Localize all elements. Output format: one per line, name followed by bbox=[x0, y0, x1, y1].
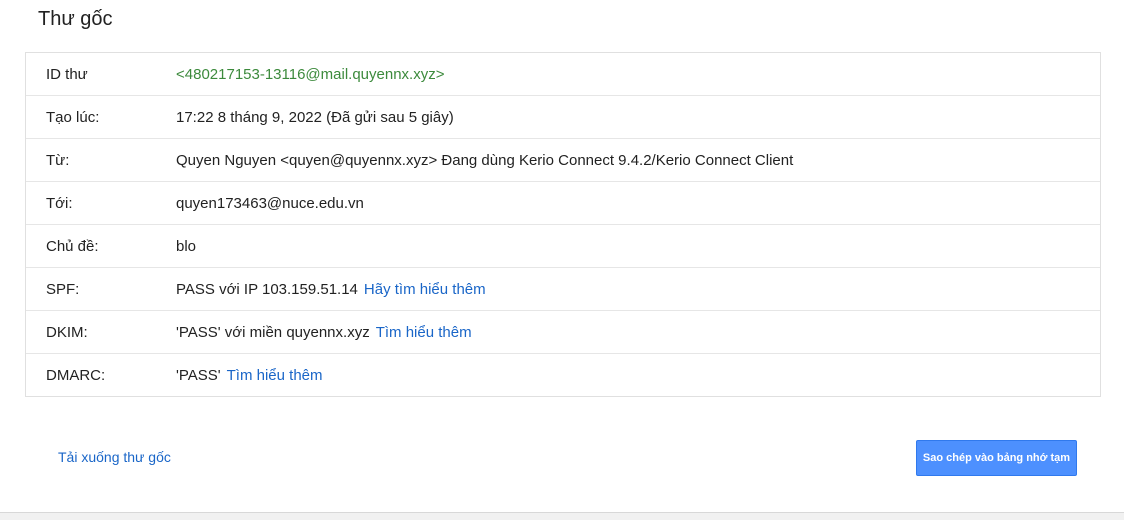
bottom-scrollbar-area bbox=[0, 512, 1124, 520]
row-created-at: Tạo lúc: 17:22 8 tháng 9, 2022 (Đã gửi s… bbox=[26, 96, 1100, 139]
from-value: Quyen Nguyen <quyen@quyennx.xyz> Đang dù… bbox=[176, 151, 794, 169]
message-id-value: <480217153-13116@mail.quyennx.xyz> bbox=[176, 65, 445, 83]
message-id-label: ID thư bbox=[46, 65, 88, 83]
spf-label: SPF: bbox=[46, 280, 80, 298]
created-at-label: Tạo lúc: bbox=[46, 108, 100, 126]
row-dmarc: DMARC: 'PASS' Tìm hiểu thêm bbox=[26, 354, 1100, 396]
to-label: Tới: bbox=[46, 194, 73, 212]
original-message-page: Thư gốc ID thư <480217153-13116@mail.quy… bbox=[0, 0, 1124, 520]
dmarc-value: 'PASS' bbox=[176, 366, 221, 384]
spf-value: PASS với IP 103.159.51.14 bbox=[176, 280, 358, 298]
subject-value: blo bbox=[176, 237, 197, 255]
spf-value-cell: PASS với IP 103.159.51.14 Hãy tìm hiểu th… bbox=[176, 281, 1100, 298]
copy-to-clipboard-button[interactable]: Sao chép vào bảng nhớ tạm bbox=[916, 440, 1077, 476]
dkim-learn-more-link[interactable]: Tìm hiểu thêm bbox=[376, 324, 472, 341]
dkim-label: DKIM: bbox=[46, 323, 88, 341]
dmarc-value-cell: 'PASS' Tìm hiểu thêm bbox=[176, 367, 1100, 384]
message-details-table: ID thư <480217153-13116@mail.quyennx.xyz… bbox=[25, 52, 1101, 397]
row-subject: Chủ đề: blo bbox=[26, 225, 1100, 268]
spf-learn-more-link[interactable]: Hãy tìm hiểu thêm bbox=[364, 281, 486, 298]
row-dkim: DKIM: 'PASS' với miền quyennx.xyz Tìm hiể… bbox=[26, 311, 1100, 354]
dmarc-label: DMARC: bbox=[46, 366, 106, 384]
dmarc-learn-more-link[interactable]: Tìm hiểu thêm bbox=[227, 367, 323, 384]
to-value: quyen173463@nuce.edu.vn bbox=[176, 194, 364, 212]
row-from: Từ: Quyen Nguyen <quyen@quyennx.xyz> Đan… bbox=[26, 139, 1100, 182]
dkim-value: 'PASS' với miền quyennx.xyz bbox=[176, 323, 370, 341]
row-message-id: ID thư <480217153-13116@mail.quyennx.xyz… bbox=[26, 53, 1100, 96]
download-original-link[interactable]: Tải xuống thư gốc bbox=[58, 449, 171, 465]
dkim-value-cell: 'PASS' với miền quyennx.xyz Tìm hiểu thêm bbox=[176, 324, 1100, 341]
from-label: Từ: bbox=[46, 151, 70, 169]
page-title: Thư gốc bbox=[38, 8, 113, 30]
row-spf: SPF: PASS với IP 103.159.51.14 Hãy tìm hi… bbox=[26, 268, 1100, 311]
created-at-value: 17:22 8 tháng 9, 2022 (Đã gửi sau 5 giây… bbox=[176, 108, 454, 126]
row-to: Tới: quyen173463@nuce.edu.vn bbox=[26, 182, 1100, 225]
subject-label: Chủ đề: bbox=[46, 237, 99, 255]
